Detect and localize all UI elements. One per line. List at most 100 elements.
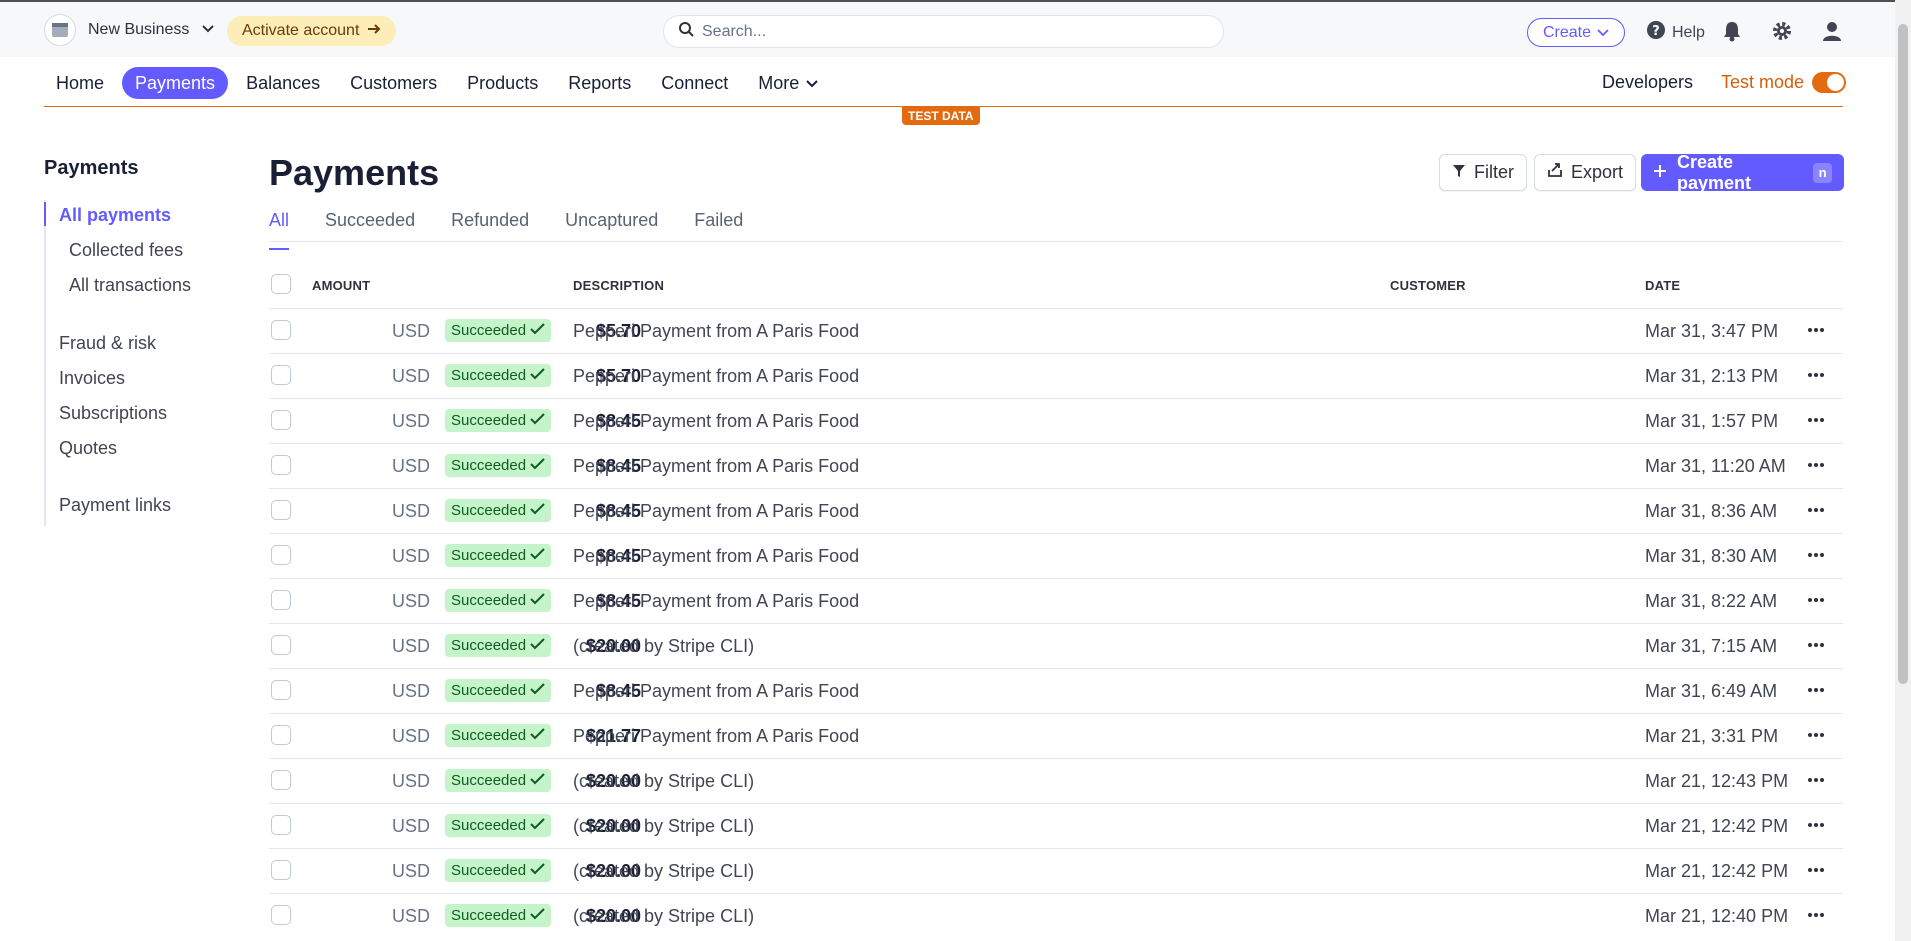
check-icon xyxy=(530,907,545,924)
more-icon[interactable] xyxy=(1807,456,1825,479)
bell-icon[interactable] xyxy=(1719,18,1745,44)
more-icon[interactable] xyxy=(1807,681,1825,704)
table-row[interactable]: $20.00USDSucceeded(created by Stripe CLI… xyxy=(269,758,1843,803)
sidebar-item-fraud-risk[interactable]: Fraud & risk xyxy=(59,333,156,354)
more-icon[interactable] xyxy=(1807,366,1825,389)
help-label: Help xyxy=(1672,24,1705,42)
sidebar-active-indicator xyxy=(44,202,46,226)
row-checkbox[interactable] xyxy=(271,365,291,385)
tab-uncaptured[interactable]: Uncaptured xyxy=(565,210,658,242)
more-icon[interactable] xyxy=(1807,861,1825,884)
filter-button[interactable]: Filter xyxy=(1439,154,1527,191)
sidebar-item-invoices[interactable]: Invoices xyxy=(59,368,125,389)
payment-date: Mar 21, 12:43 PM xyxy=(1645,771,1788,792)
status-badge: Succeeded xyxy=(445,724,551,747)
table-row[interactable]: $8.45USDSucceededPepperi Payment from A … xyxy=(269,443,1843,488)
row-checkbox[interactable] xyxy=(271,590,291,610)
payment-date: Mar 31, 8:22 AM xyxy=(1645,591,1777,612)
more-icon[interactable] xyxy=(1807,501,1825,524)
scrollbar-thumb[interactable] xyxy=(1898,24,1908,684)
row-checkbox[interactable] xyxy=(271,770,291,790)
table-row[interactable]: $20.00USDSucceeded(created by Stripe CLI… xyxy=(269,623,1843,668)
help-button[interactable]: ? Help xyxy=(1646,20,1705,45)
row-checkbox[interactable] xyxy=(271,635,291,655)
table-row[interactable]: $8.45USDSucceededPepperi Payment from A … xyxy=(269,668,1843,713)
table-row[interactable]: $5.70USDSucceededPepperi Payment from A … xyxy=(269,353,1843,398)
developers-link[interactable]: Developers xyxy=(1602,72,1693,93)
help-icon: ? xyxy=(1646,20,1666,45)
row-checkbox[interactable] xyxy=(271,725,291,745)
check-icon xyxy=(530,682,545,699)
more-icon[interactable] xyxy=(1807,321,1825,344)
sidebar-item-all-transactions[interactable]: All transactions xyxy=(69,275,191,296)
select-all-checkbox[interactable] xyxy=(271,274,291,294)
row-checkbox[interactable] xyxy=(271,500,291,520)
status-badge: Succeeded xyxy=(445,769,551,792)
sidebar-item-subscriptions[interactable]: Subscriptions xyxy=(59,403,167,424)
nav-balances[interactable]: Balances xyxy=(234,67,332,99)
user-icon[interactable] xyxy=(1819,18,1845,44)
check-icon xyxy=(530,592,545,609)
nav-products[interactable]: Products xyxy=(455,67,550,99)
status-label: Succeeded xyxy=(451,682,526,699)
row-checkbox[interactable] xyxy=(271,455,291,475)
table-row[interactable]: $8.45USDSucceededPepperi Payment from A … xyxy=(269,533,1843,578)
more-icon[interactable] xyxy=(1807,816,1825,839)
row-checkbox[interactable] xyxy=(271,815,291,835)
table-row[interactable]: $8.45USDSucceededPepperi Payment from A … xyxy=(269,488,1843,533)
sidebar-item-quotes[interactable]: Quotes xyxy=(59,438,117,459)
tab-refunded[interactable]: Refunded xyxy=(451,210,529,242)
nav-home[interactable]: Home xyxy=(44,67,116,99)
table-row[interactable]: $21.77USDSucceededPepperi Payment from A… xyxy=(269,713,1843,758)
activate-account-button[interactable]: Activate account xyxy=(227,16,396,46)
row-checkbox[interactable] xyxy=(271,905,291,925)
nav-connect[interactable]: Connect xyxy=(649,67,740,99)
more-icon[interactable] xyxy=(1807,411,1825,434)
sidebar-item-collected-fees[interactable]: Collected fees xyxy=(69,240,183,261)
search-input[interactable] xyxy=(702,23,1182,41)
more-icon[interactable] xyxy=(1807,546,1825,569)
nav-customers[interactable]: Customers xyxy=(338,67,449,99)
create-payment-button[interactable]: Create payment n xyxy=(1641,154,1844,191)
more-icon[interactable] xyxy=(1807,591,1825,614)
gear-icon[interactable] xyxy=(1769,18,1795,44)
more-icon[interactable] xyxy=(1807,636,1825,659)
test-mode-toggle[interactable] xyxy=(1812,72,1846,93)
tab-succeeded[interactable]: Succeeded xyxy=(325,210,415,242)
row-checkbox[interactable] xyxy=(271,545,291,565)
tab-all[interactable]: All xyxy=(269,210,289,242)
table-row[interactable]: $8.45USDSucceededPepperi Payment from A … xyxy=(269,578,1843,623)
nav-reports[interactable]: Reports xyxy=(556,67,643,99)
table-row[interactable]: $20.00USDSucceeded(created by Stripe CLI… xyxy=(269,848,1843,893)
table-row[interactable]: $5.70USDSucceededPepperi Payment from A … xyxy=(269,308,1843,353)
status-label: Succeeded xyxy=(451,907,526,924)
row-checkbox[interactable] xyxy=(271,410,291,430)
business-switcher[interactable]: New Business xyxy=(44,14,215,46)
more-icon[interactable] xyxy=(1807,771,1825,794)
status-badge: Succeeded xyxy=(445,409,551,432)
more-icon[interactable] xyxy=(1807,726,1825,749)
search-bar[interactable] xyxy=(663,15,1224,48)
create-button[interactable]: Create xyxy=(1527,18,1625,47)
more-icon[interactable] xyxy=(1807,906,1825,929)
table-row[interactable]: $20.00USDSucceeded(created by Stripe CLI… xyxy=(269,803,1843,848)
table-row[interactable]: $20.00USDSucceeded(created by Stripe CLI… xyxy=(269,893,1843,938)
column-amount[interactable]: AMOUNT xyxy=(312,278,370,293)
payment-date: Mar 31, 11:20 AM xyxy=(1645,456,1786,477)
payment-currency: USD xyxy=(392,546,430,567)
status-label: Succeeded xyxy=(451,727,526,744)
nav-more[interactable]: More xyxy=(746,67,831,99)
table-row[interactable]: $8.45USDSucceededPepperi Payment from A … xyxy=(269,398,1843,443)
row-checkbox[interactable] xyxy=(271,860,291,880)
nav-payments[interactable]: Payments xyxy=(122,67,228,99)
export-button[interactable]: Export xyxy=(1534,154,1636,191)
column-date[interactable]: DATE xyxy=(1645,278,1680,293)
row-checkbox[interactable] xyxy=(271,680,291,700)
sidebar-item-all-payments[interactable]: All payments xyxy=(59,205,171,226)
sidebar-item-payment-links[interactable]: Payment links xyxy=(59,495,171,516)
tab-failed[interactable]: Failed xyxy=(694,210,743,242)
status-label: Succeeded xyxy=(451,772,526,789)
row-checkbox[interactable] xyxy=(271,320,291,340)
check-icon xyxy=(530,412,545,429)
status-label: Succeeded xyxy=(451,322,526,339)
